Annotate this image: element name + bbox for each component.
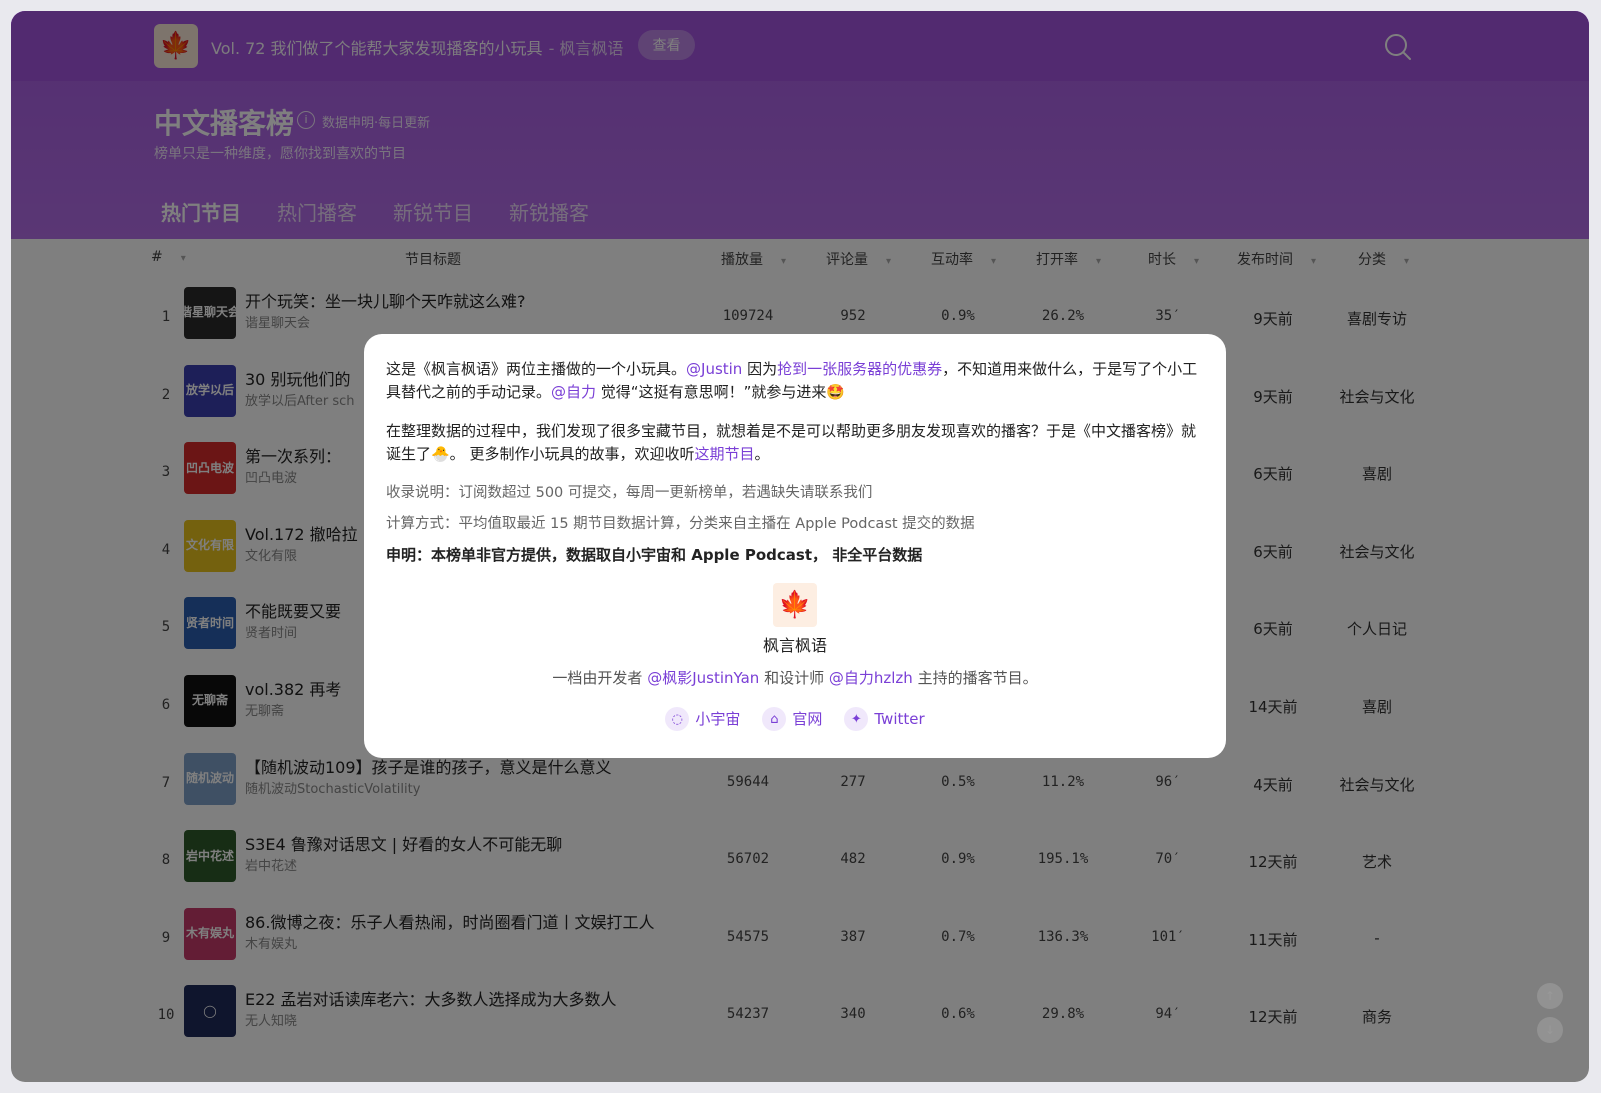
inclusion-note: 收录说明：订阅数超过 500 可提交，每周一更新榜单，若遇缺失请联系我们 [386, 485, 873, 501]
home-icon: ⌂ [762, 707, 787, 731]
podcast-name: 枫言枫语 [762, 636, 827, 655]
episode-link[interactable]: 这期节目 [694, 445, 754, 463]
justin-link[interactable]: @Justin [686, 360, 742, 378]
scroll-top-icon[interactable]: ↑ [1537, 983, 1563, 1009]
about-modal: 这是《枫言枫语》两位主播做的一个小玩具。@Justin 因为抢到一张服务器的优惠… [364, 334, 1226, 758]
about-paragraph-1: 这是《枫言枫语》两位主播做的一个小玩具。@Justin 因为抢到一张服务器的优惠… [386, 360, 1198, 401]
scroll-bottom-icon[interactable]: ↓ [1537, 1017, 1563, 1043]
podcast-description: 一档由开发者 @枫影JustinYan 和设计师 @自力hzlzh 主持的播客节… [552, 669, 1038, 687]
podcast-logo-icon: 🍁 [773, 583, 817, 627]
calculation-note: 计算方式：平均值取最近 15 期节目数据计算，分类来自主播在 Apple Pod… [386, 516, 975, 532]
planet-icon: ◌ [665, 707, 690, 731]
designer-link[interactable]: @自力hzlzh [829, 669, 913, 687]
zili-link[interactable]: @自力 [551, 383, 596, 401]
twitter-link[interactable]: ✦ Twitter [844, 707, 925, 731]
xiaoyuzhou-link[interactable]: ◌ 小宇宙 [665, 707, 740, 731]
about-paragraph-2: 在整理数据的过程中，我们发现了很多宝藏节目，就想着是不是可以帮助更多朋友发现喜欢… [386, 422, 1197, 463]
podcast-links: ◌ 小宇宙 ⌂ 官网 ✦ Twitter [364, 707, 1226, 731]
app-window: 🍁 Vol. 72 我们做了个能帮大家发现播客的小玩具- 枫言枫语 查看 中文播… [11, 11, 1589, 1082]
coupon-link[interactable]: 抢到一张服务器的优惠券 [777, 360, 942, 378]
twitter-icon: ✦ [844, 707, 869, 731]
developer-link[interactable]: @枫影JustinYan [647, 669, 759, 687]
website-link[interactable]: ⌂ 官网 [762, 707, 822, 731]
declaration: 申明：本榜单非官方提供，数据取自小宇宙和 Apple Podcast， 非全平台… [386, 546, 923, 564]
